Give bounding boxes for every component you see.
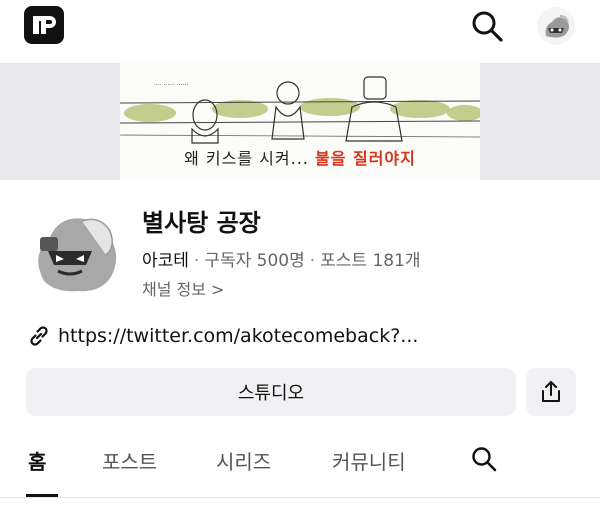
studio-button[interactable]: 스튜디오 (26, 368, 516, 416)
svg-text:···· ······ ······: ···· ······ ······ (154, 82, 188, 89)
channel-author[interactable]: 아코테 (142, 251, 189, 271)
postype-logo-icon[interactable] (24, 6, 64, 44)
channel-meta: 아코테 · 구독자 500명 · 포스트 181개 (142, 246, 421, 271)
subscriber-count: 구독자 500명 (204, 251, 305, 271)
channel-avatar[interactable] (26, 201, 126, 301)
channel-tabs: 홈 포스트 시리즈 커뮤니티 (0, 436, 600, 498)
banner-caption: 왜 키스를 시켜... 불을 질러야지 (184, 149, 416, 168)
link-url[interactable]: https://twitter.com/akotecomeback?... (58, 325, 418, 347)
separator: · (309, 251, 316, 271)
post-count: 포스트 181개 (320, 251, 421, 271)
separator: · (193, 251, 200, 271)
channel-name: 별사탕 공장 (142, 209, 261, 237)
banner-image: ···· ······ ······ 왜 키스를 시켜... 불을 질러야지 (120, 63, 480, 180)
search-icon[interactable] (467, 6, 507, 46)
tab-posts[interactable]: 포스트 (102, 446, 157, 475)
channel-info-label: 채널 정보 (142, 280, 206, 299)
channel-info-link[interactable]: 채널 정보 > (142, 276, 224, 300)
link-icon (26, 323, 52, 349)
tab-home[interactable]: 홈 (28, 446, 46, 475)
chevron-right-icon: > (210, 280, 225, 299)
share-button[interactable] (526, 368, 576, 416)
share-icon (542, 381, 560, 402)
external-link[interactable]: https://twitter.com/akotecomeback?... (26, 322, 418, 350)
top-bar (0, 0, 600, 56)
tab-search-icon[interactable] (469, 444, 499, 474)
channel-banner: ···· ······ ······ 왜 키스를 시켜... 불을 질러야지 (0, 63, 600, 180)
tab-community[interactable]: 커뮤니티 (332, 446, 406, 475)
profile-avatar[interactable] (536, 6, 576, 46)
active-tab-indicator (26, 494, 58, 497)
tab-series[interactable]: 시리즈 (216, 446, 271, 475)
